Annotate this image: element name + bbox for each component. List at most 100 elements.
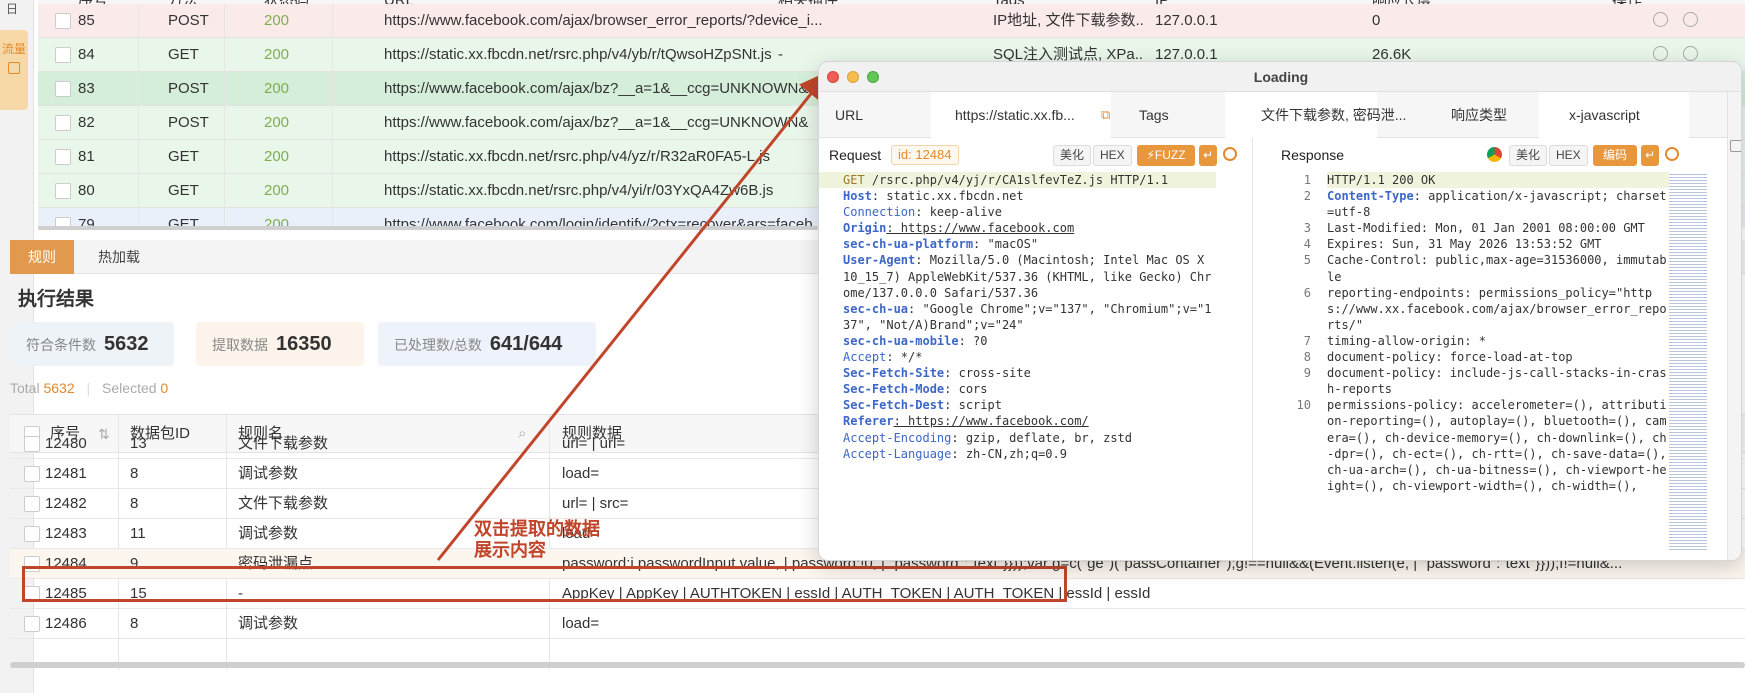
request-line: Accept-Encoding: gzip, deflate, br, zstd — [843, 430, 1216, 446]
chrome-icon[interactable] — [1487, 147, 1502, 162]
response-text: Cache-Control: public,max-age=31536000, … — [1327, 253, 1667, 284]
encode-label: 编码 — [1602, 148, 1627, 162]
info-bar: URL https://static.xx.fb... ⧉ Tags 文件下载参… — [819, 92, 1741, 138]
window-icon — [8, 62, 20, 74]
copy-icon[interactable]: ⧉ — [1101, 92, 1110, 138]
row-checkbox[interactable] — [24, 496, 40, 512]
row-checkbox[interactable] — [24, 526, 40, 542]
row-length: 0 — [1372, 12, 1381, 29]
send-button[interactable]: ↵ — [1641, 145, 1659, 166]
tags-value: 文件下载参数, 密码泄... — [1261, 107, 1407, 123]
url-value[interactable]: https://static.xx.fb... — [955, 92, 1095, 138]
row-checkbox[interactable] — [55, 47, 71, 63]
col-divider — [138, 140, 139, 174]
row-method: GET — [168, 182, 199, 199]
col-divider — [332, 72, 333, 106]
detail-window: Loading URL https://static.xx.fb... ⧉ Ta… — [818, 61, 1742, 561]
row-status: 200 — [264, 46, 290, 63]
col-divider — [138, 72, 139, 106]
hex-button[interactable]: HEX — [1549, 145, 1588, 166]
settings-gear-icon[interactable] — [1665, 147, 1679, 161]
row-checkbox[interactable] — [55, 81, 71, 97]
row-no: 81 — [78, 148, 95, 165]
beautify-button[interactable]: 美化 — [1053, 145, 1092, 166]
row-checkbox[interactable] — [24, 616, 40, 632]
stat-matched: 符合条件数 5632 — [10, 322, 174, 366]
response-line: 9 document-policy: include-js-call-stacks… — [1304, 365, 1671, 397]
stat-extracted-value: 16350 — [276, 333, 332, 355]
response-text: reporting-endpoints: permissions_policy=… — [1327, 285, 1667, 332]
traffic-table-scrollbar[interactable] — [38, 226, 818, 230]
row-no: 84 — [78, 46, 95, 63]
response-text: document-policy: force-load-at-top — [1327, 350, 1573, 365]
open-browser-icon[interactable] — [1653, 46, 1668, 61]
stat-matched-value: 5632 — [104, 333, 149, 355]
row-seq: 12481 — [45, 465, 87, 482]
col-divider — [224, 72, 225, 106]
open-browser-icon[interactable] — [1653, 12, 1668, 27]
row-packet-id: 11 — [130, 525, 146, 542]
col-divider — [138, 174, 139, 208]
fuzz-button[interactable]: ⚡FUZZ — [1137, 145, 1195, 166]
request-header-key: Sec-Fetch-Site — [843, 366, 945, 381]
tab-rules[interactable]: 规则 — [10, 240, 74, 274]
request-header-key: Referer — [843, 414, 894, 429]
request-header-key: Accept — [843, 350, 887, 365]
response-label: Response — [1281, 147, 1345, 163]
arrow-right-circle-icon[interactable] — [1683, 46, 1698, 61]
line-number: 5 — [1303, 253, 1311, 268]
request-line: Origin: https://www.facebook.com — [843, 220, 1216, 236]
col-divider — [332, 140, 333, 174]
row-status: 200 — [264, 12, 290, 29]
row-seq: 12483 — [45, 525, 87, 542]
results-table-scrollbar[interactable] — [10, 662, 1745, 668]
col-divider — [138, 106, 139, 140]
response-header: Response 美化 HEX 编码⌄ ↵ — [1271, 138, 1741, 181]
row-checkbox[interactable] — [55, 13, 71, 29]
stat-extracted-label: 提取数据 — [212, 337, 268, 353]
total-value: 5632 — [43, 380, 75, 396]
response-minimap[interactable] — [1669, 172, 1707, 552]
request-header-key: User-Agent — [843, 253, 916, 268]
request-code[interactable]: GET /rsrc.php/v4/yj/r/CA1slfevTeZ.js HTT… — [819, 172, 1252, 560]
request-line: Connection: keep-alive — [843, 204, 1216, 220]
request-line: sec-ch-ua: "Google Chrome";v="137", "Chr… — [843, 301, 1216, 333]
row-url: https://www.facebook.com/ajax/browser_er… — [384, 12, 823, 29]
tab-hot-reload[interactable]: 热加载 — [74, 240, 164, 274]
row-checkbox[interactable] — [55, 149, 71, 165]
request-header-value: : keep-alive — [915, 205, 1002, 220]
hex-button[interactable]: HEX — [1093, 145, 1132, 166]
request-header-key: sec-ch-ua — [843, 301, 909, 316]
total-label: Total — [10, 380, 40, 396]
row-rule-name: 文件下载参数 — [238, 495, 329, 512]
lightning-icon: ⚡ — [1146, 148, 1155, 162]
row-checkbox[interactable] — [55, 183, 71, 199]
row-packet-id: 13 — [130, 435, 147, 452]
col-divider — [332, 38, 333, 72]
request-line: Host: static.xx.fbcdn.net — [843, 188, 1216, 204]
window-titlebar[interactable]: Loading — [819, 62, 1741, 92]
row-checkbox[interactable] — [24, 466, 40, 482]
selected-label: Selected — [102, 380, 157, 396]
row-checkbox[interactable] — [24, 436, 40, 452]
send-button[interactable]: ↵ — [1199, 145, 1217, 166]
request-header-value: : cors — [944, 382, 988, 397]
row-method: GET — [168, 46, 199, 63]
arrow-right-circle-icon[interactable] — [1683, 12, 1698, 27]
row-packet-id: 8 — [130, 615, 139, 632]
row-rule-name: 文件下载参数 — [238, 435, 329, 452]
panel-toggle-icon[interactable] — [1730, 140, 1741, 152]
row-method: POST — [168, 80, 209, 97]
row-checkbox[interactable] — [55, 115, 71, 131]
result-row[interactable]: 12486 8 调试参数 load= — [10, 609, 1745, 639]
row-no: 80 — [78, 182, 95, 199]
response-text: Last-Modified: Mon, 01 Jan 2001 08:00:00… — [1327, 221, 1645, 236]
beautify-button[interactable]: 美化 — [1509, 145, 1548, 166]
stat-processed-value: 641/644 — [489, 333, 563, 355]
col-divider — [224, 4, 225, 38]
traffic-row[interactable]: 85 POST 200 https://www.facebook.com/ajax/b… — [38, 4, 1745, 38]
settings-gear-icon[interactable] — [1223, 147, 1237, 161]
response-line: 6 reporting-endpoints: permissions_policy… — [1304, 285, 1671, 333]
encode-dropdown[interactable]: 编码⌄ — [1593, 145, 1637, 181]
sidebar-tab-traffic[interactable]: 流量 — [0, 30, 28, 110]
